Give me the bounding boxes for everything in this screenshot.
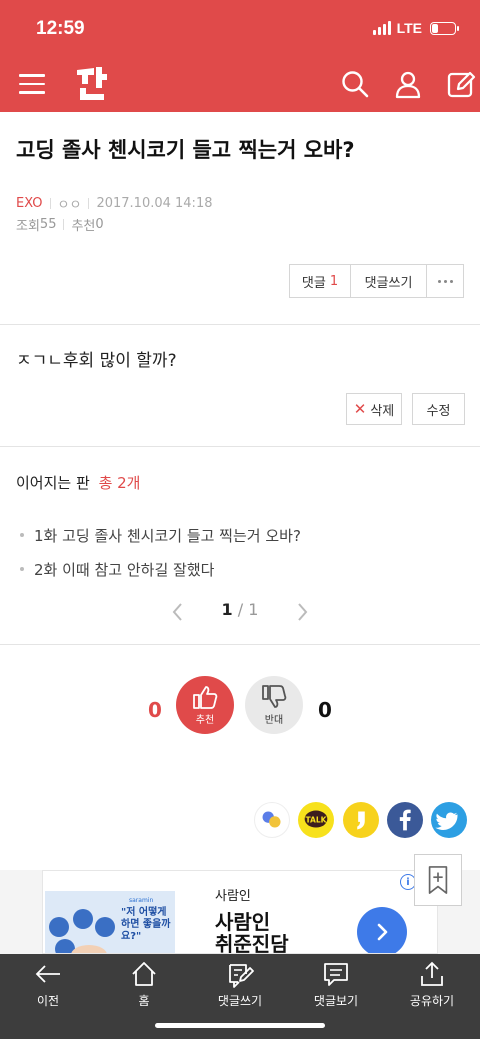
nav-share-label: 공유하기 bbox=[409, 994, 455, 1008]
thumbs-down-icon bbox=[262, 684, 287, 708]
next-page-icon[interactable] bbox=[290, 600, 314, 624]
nav-home-label: 홈 bbox=[138, 994, 150, 1008]
ad-arrow-button[interactable] bbox=[357, 907, 407, 953]
ad-image-text: "저 어떻게 하면 좋을까요?" bbox=[121, 907, 171, 942]
nav-home[interactable]: 홈 bbox=[96, 960, 192, 1009]
vote-area: 0 추천 반대 0 bbox=[0, 676, 480, 736]
thumbs-up-icon bbox=[193, 685, 218, 709]
divider bbox=[0, 324, 480, 325]
page-separator: / bbox=[237, 600, 244, 619]
bookmark-button[interactable] bbox=[414, 854, 462, 906]
nav-write-comment[interactable]: 댓글쓰기 bbox=[192, 960, 288, 1009]
nav-view-comments-label: 댓글보기 bbox=[313, 994, 359, 1008]
comment-actions: 댓글 1 댓글쓰기 bbox=[289, 264, 464, 298]
post-title: 고딩 졸사 첸시코기 들고 찍는거 오바? bbox=[16, 138, 355, 162]
series-list: 1화 고딩 졸사 첸시코기 들고 찍는거 오바? 2화 이때 참고 안하길 잘했… bbox=[20, 518, 301, 586]
comments-label: 댓글 bbox=[301, 275, 326, 291]
views-count: 55 bbox=[39, 217, 57, 232]
chevron-right-icon bbox=[377, 923, 388, 941]
edit-button[interactable]: 수정 bbox=[412, 393, 465, 425]
status-time: 12:59 bbox=[36, 18, 85, 39]
search-icon[interactable] bbox=[340, 69, 370, 99]
views-label: 조회 bbox=[16, 219, 40, 234]
share-icon bbox=[421, 961, 443, 986]
prev-page-icon[interactable] bbox=[166, 600, 190, 624]
edit-comment-icon bbox=[229, 964, 254, 988]
downvote-label: 반대 bbox=[264, 714, 284, 726]
pagination: 1 / 1 bbox=[0, 598, 480, 628]
story-icon[interactable] bbox=[343, 802, 379, 838]
post-meta: EXO ㅇㅇ 2017.10.04 14:18 bbox=[16, 194, 212, 213]
ad-image: saramin "저 어떻게 하면 좋을까요?" bbox=[45, 891, 175, 953]
ad-headline-line1: 사람인 bbox=[215, 910, 271, 934]
twitter-icon[interactable] bbox=[431, 802, 467, 838]
write-comment-button[interactable]: 댓글쓰기 bbox=[351, 264, 427, 298]
category-link[interactable]: EXO bbox=[16, 196, 43, 211]
series-item-label: 1화 고딩 졸사 첸시코기 들고 찍는거 오바? bbox=[34, 526, 301, 545]
user-icon[interactable] bbox=[393, 69, 423, 99]
kakaostory-icon[interactable] bbox=[254, 802, 290, 838]
nav-back-label: 이전 bbox=[36, 994, 60, 1008]
back-arrow-icon bbox=[35, 965, 60, 983]
series-total: 총 2개 bbox=[98, 474, 141, 492]
ad-box[interactable]: saramin "저 어떻게 하면 좋을까요?" 사람인 사람인 취준진담 bbox=[42, 870, 438, 954]
comments-count: 1 bbox=[329, 273, 339, 289]
page-total: 1 bbox=[248, 600, 259, 619]
nav-back[interactable]: 이전 bbox=[0, 960, 96, 1009]
downvote-count: 0 bbox=[318, 698, 332, 722]
divider bbox=[0, 446, 480, 447]
bullet-icon bbox=[20, 533, 24, 537]
ad-brand: 사람인 bbox=[215, 889, 251, 904]
post-stats: 조회 55 추천 0 bbox=[16, 215, 104, 234]
author-name: ㅇㅇ bbox=[57, 198, 82, 213]
nav-view-comments[interactable]: 댓글보기 bbox=[288, 960, 384, 1009]
series-item[interactable]: 1화 고딩 졸사 첸시코기 들고 찍는거 오바? bbox=[20, 518, 301, 552]
facebook-icon[interactable] bbox=[387, 802, 423, 838]
series-title: 이어지는 판 총 2개 bbox=[16, 472, 140, 493]
upvote-label: 추천 bbox=[195, 714, 215, 726]
delete-button[interactable]: ✕ 삭제 bbox=[346, 393, 402, 425]
more-icon bbox=[437, 279, 453, 283]
close-icon: ✕ bbox=[353, 400, 367, 418]
talk-label: TALK bbox=[305, 815, 327, 824]
upvote-count: 0 bbox=[148, 698, 162, 722]
divider bbox=[0, 644, 480, 645]
series-title-label: 이어지는 판 bbox=[16, 474, 90, 492]
nav-write-comment-label: 댓글쓰기 bbox=[217, 994, 263, 1008]
network-label: LTE bbox=[396, 20, 422, 36]
write-icon[interactable] bbox=[446, 69, 476, 99]
upvote-button[interactable]: 추천 bbox=[176, 676, 234, 734]
post-date: 2017.10.04 14:18 bbox=[96, 196, 213, 211]
pann-logo[interactable] bbox=[74, 64, 110, 102]
home-indicator bbox=[155, 1023, 325, 1028]
bullet-icon bbox=[20, 567, 24, 571]
downvote-button[interactable]: 반대 bbox=[245, 676, 303, 734]
signal-icon bbox=[372, 21, 391, 35]
more-button[interactable] bbox=[427, 264, 464, 298]
home-icon bbox=[132, 962, 156, 986]
comments-button[interactable]: 댓글 1 bbox=[289, 264, 351, 298]
series-item-label: 2화 이때 참고 안하길 잘했다 bbox=[34, 560, 215, 579]
kakaotalk-icon[interactable]: TALK bbox=[298, 802, 334, 838]
ad-headline-line2: 취준진담 bbox=[215, 932, 289, 954]
status-indicators: LTE bbox=[372, 20, 459, 36]
ad-headline: 사람인 취준진담 bbox=[215, 910, 289, 954]
recommend-count: 0 bbox=[95, 217, 104, 232]
menu-icon[interactable] bbox=[16, 68, 48, 100]
status-bar: 12:59 LTE bbox=[0, 0, 480, 56]
comment-view-icon bbox=[324, 963, 348, 986]
page-indicator: 1 / 1 bbox=[210, 600, 270, 619]
post-body: ㅈㄱㄴ후회 많이 할까? bbox=[16, 351, 177, 371]
nav-share[interactable]: 공유하기 bbox=[384, 960, 480, 1009]
bookmark-icon bbox=[428, 866, 448, 894]
series-item[interactable]: 2화 이때 참고 안하길 잘했다 bbox=[20, 552, 301, 586]
ad-image-header: saramin bbox=[129, 897, 154, 904]
recommend-label: 추천 bbox=[71, 219, 96, 234]
app-header bbox=[0, 56, 480, 112]
battery-icon bbox=[430, 21, 459, 35]
page-current: 1 bbox=[221, 600, 233, 619]
delete-label: 삭제 bbox=[370, 403, 395, 419]
